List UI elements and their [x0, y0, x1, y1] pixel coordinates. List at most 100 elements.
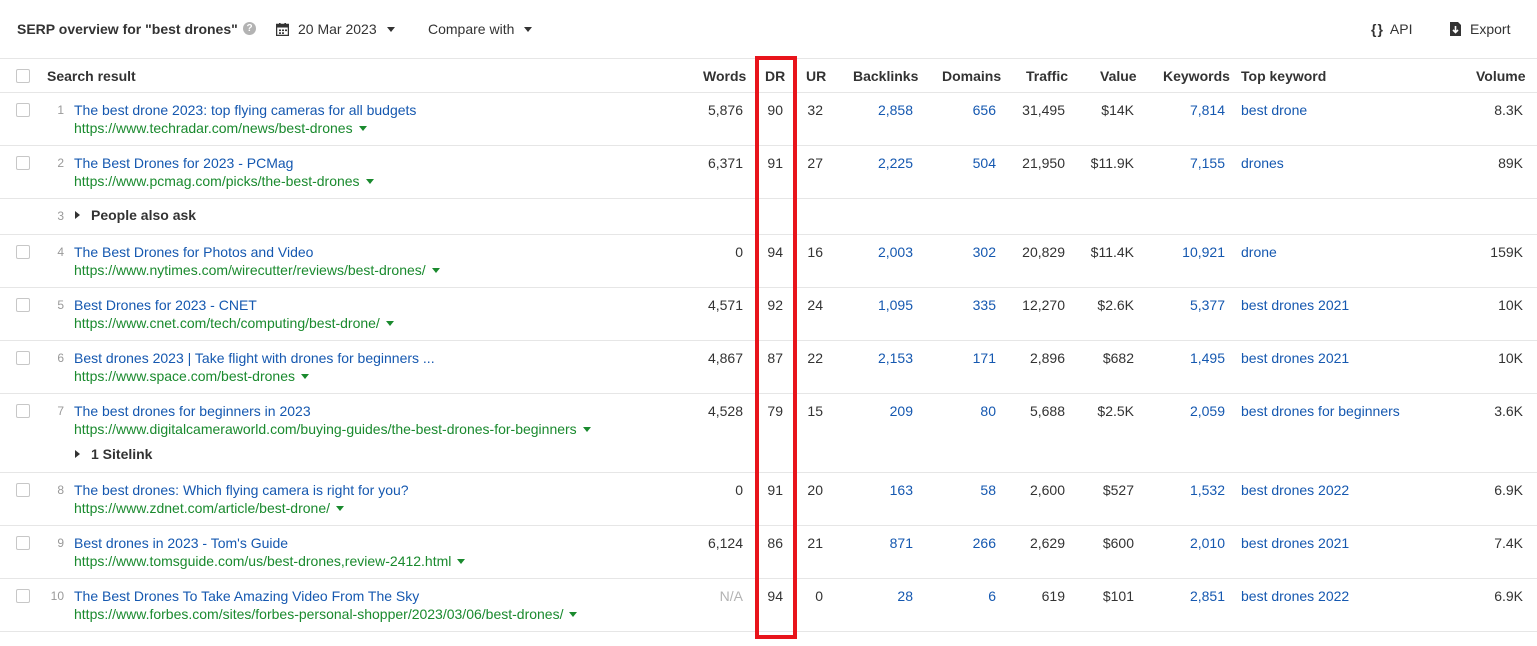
export-button[interactable]: Export: [1449, 19, 1510, 39]
col-value[interactable]: Value: [1100, 68, 1137, 84]
chevron-down-icon[interactable]: [457, 558, 466, 564]
compare-with-dropdown[interactable]: Compare with: [428, 19, 533, 39]
domains-link[interactable]: 504: [973, 154, 996, 172]
col-dr[interactable]: DR: [765, 68, 785, 84]
backlinks-link[interactable]: 871: [890, 534, 913, 552]
result-title-link[interactable]: The best drones for beginners in 2023: [74, 402, 311, 420]
top-keyword-link[interactable]: best drones 2022: [1241, 587, 1349, 605]
keywords-link[interactable]: 7,155: [1190, 154, 1225, 172]
backlinks-link[interactable]: 1,095: [878, 296, 913, 314]
ur-value: 0: [815, 588, 823, 604]
col-top-keyword[interactable]: Top keyword: [1241, 68, 1326, 84]
domains-link[interactable]: 335: [973, 296, 996, 314]
domains-link[interactable]: 80: [980, 402, 996, 420]
col-keywords[interactable]: Keywords: [1163, 68, 1230, 84]
result-url-link[interactable]: https://www.nytimes.com/wirecutter/revie…: [74, 261, 426, 279]
result-url-link[interactable]: https://www.cnet.com/tech/computing/best…: [74, 314, 380, 332]
row-checkbox[interactable]: [16, 404, 30, 418]
backlinks-link[interactable]: 163: [890, 481, 913, 499]
col-backlinks[interactable]: Backlinks: [853, 68, 918, 84]
col-search-result[interactable]: Search result: [47, 68, 136, 84]
backlinks-link[interactable]: 209: [890, 402, 913, 420]
keywords-link[interactable]: 10,921: [1182, 243, 1225, 261]
chevron-down-icon[interactable]: [301, 373, 309, 379]
top-keyword-link[interactable]: drone: [1241, 243, 1277, 261]
compare-label: Compare with: [428, 21, 515, 37]
result-title-link[interactable]: The best drone 2023: top flying cameras …: [74, 101, 416, 119]
domains-link[interactable]: 302: [973, 243, 996, 261]
keywords-link[interactable]: 2,851: [1190, 587, 1225, 605]
chevron-down-icon[interactable]: [358, 125, 367, 131]
result-url-link[interactable]: https://www.techradar.com/news/best-dron…: [74, 119, 353, 137]
top-keyword-link[interactable]: best drones 2022: [1241, 481, 1349, 499]
sitelink-toggle[interactable]: 1 Sitelink: [75, 446, 152, 462]
keywords-link[interactable]: 2,010: [1190, 534, 1225, 552]
keywords-link[interactable]: 7,814: [1190, 101, 1225, 119]
col-domains[interactable]: Domains: [942, 68, 1001, 84]
result-url-link[interactable]: https://www.tomsguide.com/us/best-drones…: [74, 552, 451, 570]
words-value: N/A: [719, 588, 743, 604]
row-checkbox[interactable]: [16, 351, 30, 365]
keywords-link[interactable]: 1,495: [1190, 349, 1225, 367]
col-traffic[interactable]: Traffic: [1026, 68, 1068, 84]
date-picker-button[interactable]: 20 Mar 2023: [276, 19, 395, 39]
top-keyword-link[interactable]: drones: [1241, 154, 1284, 172]
result-title-link[interactable]: Best drones 2023 | Take flight with dron…: [74, 349, 435, 367]
chevron-down-icon[interactable]: [385, 320, 394, 326]
help-icon[interactable]: ?: [243, 22, 256, 35]
col-volume[interactable]: Volume: [1476, 68, 1526, 84]
volume-value: 89K: [1498, 155, 1523, 171]
row-checkbox[interactable]: [16, 156, 30, 170]
row-checkbox[interactable]: [16, 483, 30, 497]
keywords-link[interactable]: 1,532: [1190, 481, 1225, 499]
result-title-link[interactable]: Best drones in 2023 - Tom's Guide: [74, 534, 288, 552]
table-row: 6 Best drones 2023 | Take flight with dr…: [0, 341, 1537, 394]
domains-link[interactable]: 58: [980, 481, 996, 499]
domains-link[interactable]: 656: [973, 101, 996, 119]
chevron-down-icon[interactable]: [582, 426, 591, 432]
top-keyword-link[interactable]: best drones 2021: [1241, 534, 1349, 552]
result-url-link[interactable]: https://www.digitalcameraworld.com/buyin…: [74, 420, 577, 438]
row-checkbox[interactable]: [16, 103, 30, 117]
backlinks-link[interactable]: 2,225: [878, 154, 913, 172]
row-checkbox[interactable]: [16, 536, 30, 550]
result-title-link[interactable]: The Best Drones for 2023 - PCMag: [74, 154, 293, 172]
result-title-link[interactable]: Best Drones for 2023 - CNET: [74, 296, 257, 314]
select-all-checkbox[interactable]: [16, 69, 30, 83]
col-ur[interactable]: UR: [806, 68, 826, 84]
backlinks-link[interactable]: 28: [897, 587, 913, 605]
chevron-down-icon[interactable]: [336, 505, 344, 511]
domains-link[interactable]: 6: [988, 587, 996, 605]
date-label: 20 Mar 2023: [298, 21, 377, 37]
words-value: 0: [735, 482, 743, 498]
col-words[interactable]: Words: [703, 68, 746, 84]
row-checkbox[interactable]: [16, 589, 30, 603]
chevron-down-icon[interactable]: [365, 178, 374, 184]
people-also-ask-toggle[interactable]: People also ask: [75, 207, 196, 223]
backlinks-link[interactable]: 2,153: [878, 349, 913, 367]
backlinks-link[interactable]: 2,003: [878, 243, 913, 261]
value-amount: $682: [1102, 350, 1134, 366]
top-keyword-link[interactable]: best drones 2021: [1241, 296, 1349, 314]
result-url-link[interactable]: https://www.pcmag.com/picks/the-best-dro…: [74, 172, 360, 190]
backlinks-link[interactable]: 2,858: [878, 101, 913, 119]
row-checkbox[interactable]: [16, 298, 30, 312]
keywords-link[interactable]: 2,059: [1190, 402, 1225, 420]
api-button[interactable]: {} API: [1371, 19, 1412, 39]
domains-link[interactable]: 266: [973, 534, 996, 552]
domains-link[interactable]: 171: [973, 349, 996, 367]
chevron-down-icon[interactable]: [569, 611, 578, 617]
result-title-link[interactable]: The Best Drones To Take Amazing Video Fr…: [74, 587, 419, 605]
result-title-link[interactable]: The Best Drones for Photos and Video: [74, 243, 313, 261]
result-url-link[interactable]: https://www.space.com/best-drones: [74, 367, 295, 385]
keywords-link[interactable]: 5,377: [1190, 296, 1225, 314]
row-checkbox[interactable]: [16, 245, 30, 259]
chevron-down-icon[interactable]: [431, 267, 440, 273]
result-url-link[interactable]: https://www.forbes.com/sites/forbes-pers…: [74, 605, 563, 623]
result-url-link[interactable]: https://www.zdnet.com/article/best-drone…: [74, 499, 330, 517]
top-keyword-link[interactable]: best drones 2021: [1241, 349, 1349, 367]
table-row: 7 The best drones for beginners in 2023 …: [0, 394, 1537, 473]
result-title-link[interactable]: The best drones: Which flying camera is …: [74, 481, 409, 499]
top-keyword-link[interactable]: best drone: [1241, 101, 1307, 119]
top-keyword-link[interactable]: best drones for beginners: [1241, 402, 1400, 420]
